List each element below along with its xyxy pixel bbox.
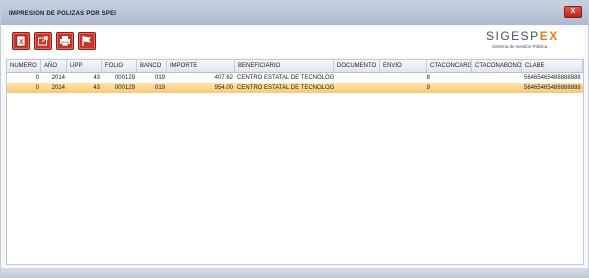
col-header-beneficiario[interactable]: BENEFICIARIO	[235, 60, 334, 72]
title-bar: IMPRESION DE POLIZAS POR SPEI X	[1, 1, 588, 25]
cell-clabe: 56465465488888888	[524, 75, 581, 81]
cell-envio: 8	[426, 75, 430, 81]
export-excel-icon: X	[16, 35, 26, 47]
cell-beneficiario: CENTRO ESTATAL DE TECNOLOGIA	[237, 75, 334, 81]
flag-button[interactable]	[78, 32, 96, 50]
window-title: IMPRESION DE POLIZAS POR SPEI	[9, 11, 117, 17]
cell-documento	[334, 73, 380, 83]
table-row[interactable]: 0 2014 43 000129 019 407.62 CENTRO ESTAT…	[7, 73, 583, 83]
col-header-banco[interactable]: BANCO	[137, 60, 167, 72]
cell-envio: 9	[426, 85, 430, 91]
polizas-grid[interactable]: NUMERO AÑO UPP FOLIO BANCO IMPORTE BENEF…	[6, 59, 584, 265]
cell-upp: 43	[93, 85, 100, 91]
cell-anio: 2014	[51, 85, 65, 91]
window: IMPRESION DE POLIZAS POR SPEI X X SIGESP…	[0, 0, 589, 278]
grid-header: NUMERO AÑO UPP FOLIO BANCO IMPORTE BENEF…	[7, 60, 583, 73]
print-icon	[60, 36, 70, 47]
cell-banco: 019	[154, 85, 165, 91]
export-share-icon	[38, 36, 48, 46]
col-header-upp[interactable]: UPP	[67, 60, 102, 72]
flag-icon	[82, 36, 91, 46]
cell-beneficiario: CENTRO ESTATAL DE TECNOLOGIA	[237, 85, 334, 91]
cell-ctaconcargo	[427, 73, 472, 83]
col-header-ctaconabono[interactable]: CTACONABONO	[472, 60, 522, 72]
cell-upp: 43	[93, 75, 100, 81]
col-header-clabe[interactable]: CLABE	[522, 60, 583, 72]
close-button[interactable]: X	[564, 6, 582, 18]
logo-accent: EX	[539, 29, 559, 43]
cell-numero: 0	[35, 85, 39, 91]
table-row-selected[interactable]: 0 2014 43 000129 019 954.00 CENTRO ESTAT…	[7, 83, 583, 93]
col-header-envio[interactable]: ENVIO	[380, 60, 427, 72]
cell-importe: 407.62	[214, 75, 233, 81]
cell-folio: 000129	[114, 85, 135, 91]
cell-importe: 954.00	[214, 85, 233, 91]
col-header-ctaconcargo[interactable]: CTACONCARGO	[427, 60, 472, 72]
bottom-bar	[1, 268, 588, 278]
cell-ctaconabono	[472, 83, 522, 93]
cell-anio: 2014	[51, 75, 65, 81]
export-excel-button[interactable]: X	[12, 32, 30, 50]
svg-text:X: X	[19, 39, 24, 46]
cell-clabe: 56465465488888888	[524, 85, 581, 91]
cell-ctaconcargo	[427, 83, 472, 93]
col-header-folio[interactable]: FOLIO	[102, 60, 137, 72]
toolbar: X SIGESPEX Sistema de Gestión Pública	[4, 27, 584, 57]
logo-main: SIGESP	[486, 29, 540, 43]
print-button[interactable]	[56, 32, 74, 50]
cell-banco: 019	[154, 75, 165, 81]
sigespex-logo: SIGESPEX Sistema de Gestión Pública	[486, 29, 576, 53]
col-header-documento[interactable]: DOCUMENTO	[334, 60, 380, 72]
cell-folio: 000129	[114, 75, 135, 81]
col-header-importe[interactable]: IMPORTE	[167, 60, 235, 72]
cell-ctaconabono	[472, 73, 522, 83]
cell-numero: 0	[35, 75, 39, 81]
export-share-button[interactable]	[34, 32, 52, 50]
col-header-anio[interactable]: AÑO	[41, 60, 67, 72]
col-header-numero[interactable]: NUMERO	[7, 60, 41, 72]
logo-subtitle: Sistema de Gestión Pública	[492, 44, 548, 49]
cell-documento	[334, 83, 380, 93]
